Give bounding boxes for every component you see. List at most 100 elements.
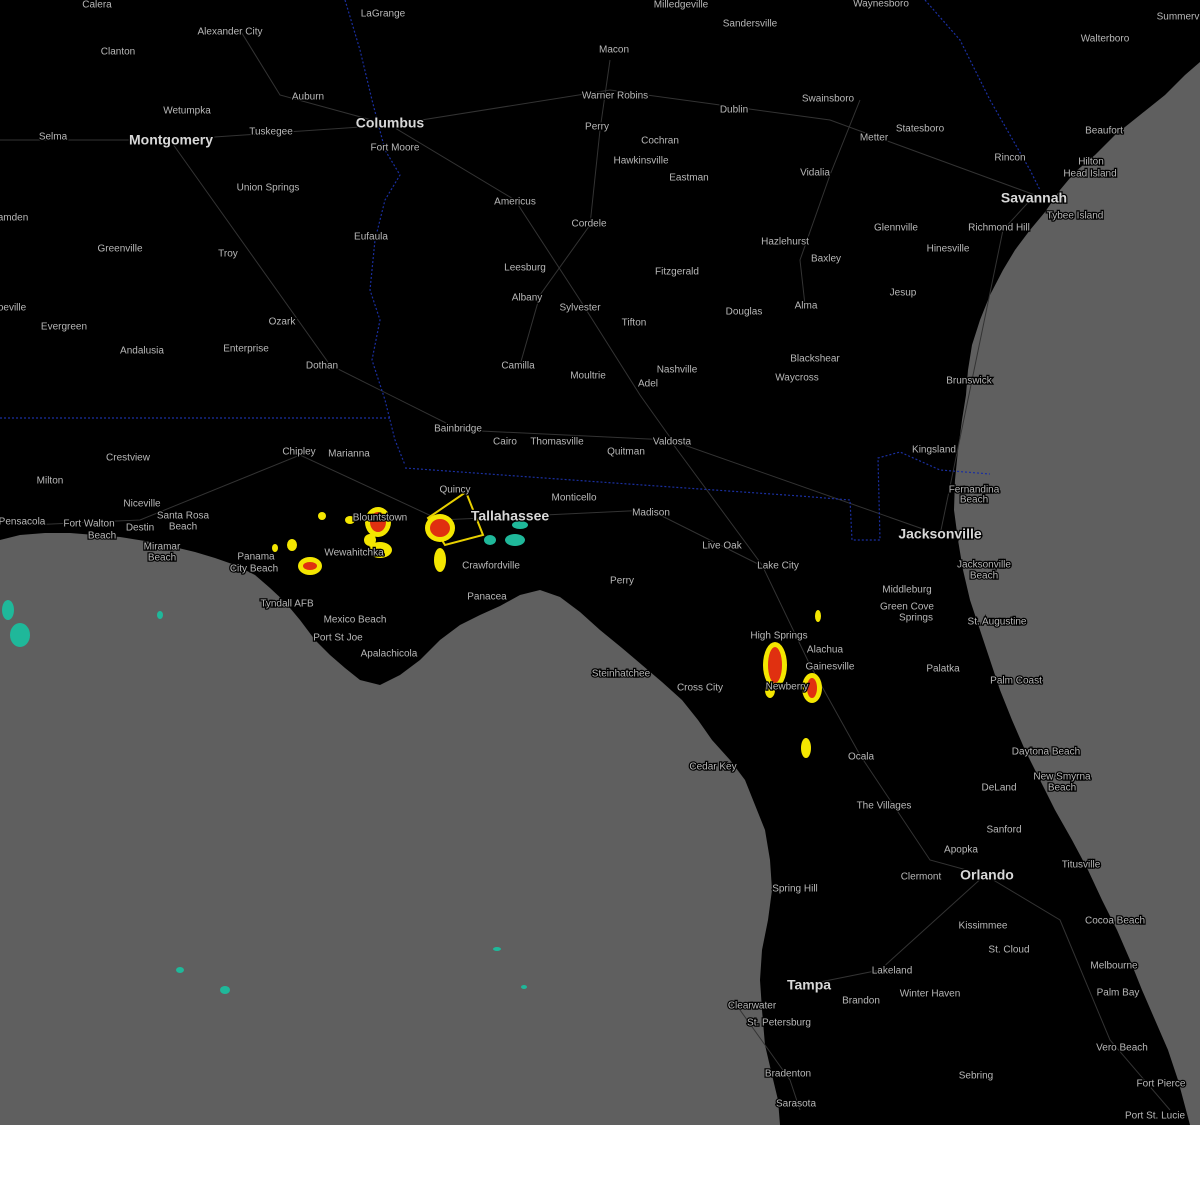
radar-cell-heavy xyxy=(768,647,782,683)
city-label: amden xyxy=(0,213,28,224)
city-label: Statesboro xyxy=(896,124,945,135)
city-label: Cocoa Beach xyxy=(1085,916,1145,927)
city-label: Crestview xyxy=(106,453,151,464)
radar-cell-mid xyxy=(801,738,811,758)
city-label: Nashville xyxy=(657,365,698,376)
city-label: Hinesville xyxy=(927,244,970,255)
city-label: Live Oak xyxy=(702,541,742,552)
radar-cell-heavy xyxy=(430,519,450,537)
city-label: Kingsland xyxy=(912,445,956,456)
city-label: Quitman xyxy=(607,447,645,458)
radar-cell-mid xyxy=(364,534,376,546)
city-label: Beach xyxy=(1048,783,1076,794)
city-label: Sandersville xyxy=(723,19,778,30)
city-label: Niceville xyxy=(123,499,161,510)
city-label: Winter Haven xyxy=(900,989,961,1000)
city-label: Selma xyxy=(39,132,68,143)
city-label: Tifton xyxy=(622,318,647,329)
city-label: Evergreen xyxy=(41,322,87,333)
city-label: Beach xyxy=(148,553,176,564)
city-label: Clanton xyxy=(101,47,135,58)
city-label: Calera xyxy=(82,0,112,11)
city-label: Brunswick xyxy=(946,376,993,387)
city-label: Clermont xyxy=(901,872,942,883)
city-label: Blackshear xyxy=(790,354,840,365)
city-label: Dublin xyxy=(720,105,748,116)
city-label: Warner Robins xyxy=(582,91,648,102)
city-label: Sarasota xyxy=(776,1099,816,1110)
city-label: Cedar Key xyxy=(689,762,736,773)
city-label: Port St Joe xyxy=(313,633,363,644)
city-label: Hilton xyxy=(1078,157,1104,168)
city-label: Panama xyxy=(237,552,275,563)
city-label: Richmond Hill xyxy=(968,223,1030,234)
city-label: Fitzgerald xyxy=(655,267,699,278)
city-label: Brandon xyxy=(842,996,880,1007)
city-label: Steinhatchee xyxy=(592,669,651,680)
city-label: St. Cloud xyxy=(988,945,1029,956)
radar-cell-mid xyxy=(318,512,326,520)
map-canvas[interactable]: Calera LaGrange Milledgeville Waynesboro Sum… xyxy=(0,0,1200,1125)
city-label: Eufaula xyxy=(354,232,388,243)
city-label: Jacksonville xyxy=(898,526,981,542)
city-label: Fort Walton xyxy=(63,519,114,530)
city-label: The Villages xyxy=(857,801,912,812)
radar-cell-light xyxy=(493,947,501,951)
city-label: Tyndall AFB xyxy=(260,599,314,610)
city-label: Tuskegee xyxy=(249,127,293,138)
city-label: Douglas xyxy=(726,307,763,318)
city-label: Cross City xyxy=(677,683,723,694)
city-label: Titusville xyxy=(1062,860,1101,871)
city-label: Santa Rosa xyxy=(157,511,210,522)
city-label: Lake City xyxy=(757,561,799,572)
city-label: Monticello xyxy=(551,493,596,504)
city-label: Perry xyxy=(610,576,634,587)
city-label: New Smyrna xyxy=(1033,772,1091,783)
city-label: Troy xyxy=(218,249,238,260)
city-label: St. Augustine xyxy=(968,617,1027,628)
city-label: Newberry xyxy=(766,682,809,693)
radar-cell-mid xyxy=(434,548,446,572)
city-label: Beach xyxy=(970,571,998,582)
city-label: oeville xyxy=(0,303,27,314)
radar-cell-heavy xyxy=(807,678,817,698)
city-label: Moultrie xyxy=(570,371,606,382)
city-label: Tallahassee xyxy=(471,508,550,524)
radar-cell-light xyxy=(220,986,230,994)
city-label: LaGrange xyxy=(361,9,406,20)
radar-cell-mid xyxy=(815,610,821,622)
radar-cell-light xyxy=(176,967,184,973)
city-label: Metter xyxy=(860,133,889,144)
city-label: Mexico Beach xyxy=(324,615,387,626)
city-label: Madison xyxy=(632,508,670,519)
city-label: Tybee Island xyxy=(1047,211,1104,222)
city-label: Hawkinsville xyxy=(613,156,668,167)
radar-cell-light xyxy=(505,534,525,546)
radar-cell-light xyxy=(10,623,30,647)
radar-cell-light xyxy=(2,600,14,620)
city-label: Albany xyxy=(512,293,543,304)
radar-cell-mid xyxy=(287,539,297,551)
city-label: Sebring xyxy=(959,1071,993,1082)
city-label: Fort Pierce xyxy=(1137,1079,1186,1090)
page-footer xyxy=(0,1125,1200,1200)
city-label: Springs xyxy=(899,613,933,624)
city-label: Milledgeville xyxy=(654,0,709,11)
city-label: Columbus xyxy=(356,115,425,131)
city-label: Glennville xyxy=(874,223,918,234)
city-label: Beach xyxy=(960,495,988,506)
city-label: Waynesboro xyxy=(853,0,909,10)
city-label: Palatka xyxy=(926,664,960,675)
city-label: Greenville xyxy=(97,244,142,255)
city-label: Sanford xyxy=(986,825,1021,836)
city-label: Spring Hill xyxy=(772,884,818,895)
city-label: Sylvester xyxy=(559,303,601,314)
city-label: Union Springs xyxy=(237,183,300,194)
city-label: Blountstown xyxy=(353,513,407,524)
city-label: Beach xyxy=(88,531,116,542)
radar-map[interactable]: Calera LaGrange Milledgeville Waynesboro Sum… xyxy=(0,0,1200,1125)
radar-cell-light xyxy=(521,985,527,989)
city-label: Jesup xyxy=(890,288,917,299)
city-label: Alma xyxy=(795,301,818,312)
city-label: Orlando xyxy=(960,867,1014,883)
